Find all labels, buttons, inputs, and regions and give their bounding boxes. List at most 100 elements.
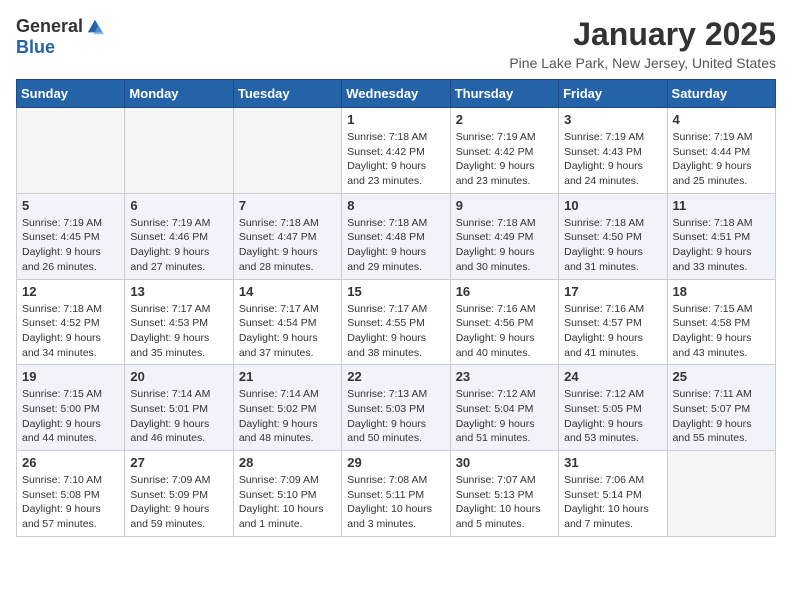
day-cell: 28 Sunrise: 7:09 AM Sunset: 5:10 PM Dayli… — [233, 451, 341, 537]
day-cell: 20 Sunrise: 7:14 AM Sunset: 5:01 PM Dayli… — [125, 365, 233, 451]
day-info: Sunrise: 7:12 AM Sunset: 5:04 PM Dayligh… — [456, 387, 553, 446]
day-cell: 3 Sunrise: 7:19 AM Sunset: 4:43 PM Daylig… — [559, 108, 667, 194]
day-info: Sunrise: 7:11 AM Sunset: 5:07 PM Dayligh… — [673, 387, 770, 446]
logo-blue-text: Blue — [16, 37, 55, 58]
day-number: 12 — [22, 284, 119, 299]
day-info: Sunrise: 7:19 AM Sunset: 4:42 PM Dayligh… — [456, 130, 553, 189]
day-info: Sunrise: 7:17 AM Sunset: 4:53 PM Dayligh… — [130, 302, 227, 361]
weekday-header-wednesday: Wednesday — [342, 80, 450, 108]
day-number: 30 — [456, 455, 553, 470]
day-number: 5 — [22, 198, 119, 213]
day-number: 3 — [564, 112, 661, 127]
day-cell: 15 Sunrise: 7:17 AM Sunset: 4:55 PM Dayli… — [342, 279, 450, 365]
day-info: Sunrise: 7:12 AM Sunset: 5:05 PM Dayligh… — [564, 387, 661, 446]
day-cell: 13 Sunrise: 7:17 AM Sunset: 4:53 PM Dayli… — [125, 279, 233, 365]
day-cell: 27Sunrise: 7:09 AM Sunset: 5:09 PM Dayli… — [125, 451, 233, 537]
day-number: 26 — [22, 455, 119, 470]
day-number: 15 — [347, 284, 444, 299]
day-info: Sunrise: 7:18 AM Sunset: 4:50 PM Dayligh… — [564, 216, 661, 275]
day-number: 11 — [673, 198, 770, 213]
day-cell — [667, 451, 775, 537]
day-info: Sunrise: 7:16 AM Sunset: 4:57 PM Dayligh… — [564, 302, 661, 361]
day-number: 27 — [130, 455, 227, 470]
day-number: 29 — [347, 455, 444, 470]
day-number: 7 — [239, 198, 336, 213]
day-number: 16 — [456, 284, 553, 299]
logo-general-text: General — [16, 16, 83, 37]
week-row-2: 5 Sunrise: 7:19 AM Sunset: 4:45 PM Daylig… — [17, 193, 776, 279]
day-info: Sunrise: 7:14 AM Sunset: 5:01 PM Dayligh… — [130, 387, 227, 446]
weekday-header-thursday: Thursday — [450, 80, 558, 108]
day-cell: 6Sunrise: 7:19 AM Sunset: 4:46 PM Daylig… — [125, 193, 233, 279]
day-cell — [233, 108, 341, 194]
day-info: Sunrise: 7:18 AM Sunset: 4:51 PM Dayligh… — [673, 216, 770, 275]
weekday-header-monday: Monday — [125, 80, 233, 108]
day-cell: 30 Sunrise: 7:07 AM Sunset: 5:13 PM Dayli… — [450, 451, 558, 537]
day-info: Sunrise: 7:15 AM Sunset: 5:00 PM Dayligh… — [22, 387, 119, 446]
day-info: Sunrise: 7:17 AM Sunset: 4:55 PM Dayligh… — [347, 302, 444, 361]
day-info: Sunrise: 7:10 AM Sunset: 5:08 PM Dayligh… — [22, 473, 119, 532]
day-info: Sunrise: 7:06 AM Sunset: 5:14 PM Dayligh… — [564, 473, 661, 532]
day-number: 19 — [22, 369, 119, 384]
week-row-1: 1 Sunrise: 7:18 AM Sunset: 4:42 PM Daylig… — [17, 108, 776, 194]
day-number: 17 — [564, 284, 661, 299]
day-info: Sunrise: 7:19 AM Sunset: 4:46 PM Dayligh… — [130, 216, 227, 275]
week-row-3: 12 Sunrise: 7:18 AM Sunset: 4:52 PM Dayli… — [17, 279, 776, 365]
day-info: Sunrise: 7:18 AM Sunset: 4:42 PM Dayligh… — [347, 130, 444, 189]
day-number: 18 — [673, 284, 770, 299]
day-info: Sunrise: 7:19 AM Sunset: 4:45 PM Dayligh… — [22, 216, 119, 275]
day-number: 13 — [130, 284, 227, 299]
day-cell: 22Sunrise: 7:13 AM Sunset: 5:03 PM Dayli… — [342, 365, 450, 451]
day-info: Sunrise: 7:18 AM Sunset: 4:52 PM Dayligh… — [22, 302, 119, 361]
day-cell: 17 Sunrise: 7:16 AM Sunset: 4:57 PM Dayli… — [559, 279, 667, 365]
day-info: Sunrise: 7:17 AM Sunset: 4:54 PM Dayligh… — [239, 302, 336, 361]
location: Pine Lake Park, New Jersey, United State… — [509, 55, 776, 71]
week-row-4: 19 Sunrise: 7:15 AM Sunset: 5:00 PM Dayli… — [17, 365, 776, 451]
day-number: 20 — [130, 369, 227, 384]
logo-icon — [86, 18, 104, 36]
title-section: January 2025 Pine Lake Park, New Jersey,… — [509, 16, 776, 71]
day-cell: 8Sunrise: 7:18 AM Sunset: 4:48 PM Daylig… — [342, 193, 450, 279]
day-number: 24 — [564, 369, 661, 384]
day-cell — [17, 108, 125, 194]
day-number: 22 — [347, 369, 444, 384]
day-cell: 5 Sunrise: 7:19 AM Sunset: 4:45 PM Daylig… — [17, 193, 125, 279]
day-cell: 10Sunrise: 7:18 AM Sunset: 4:50 PM Dayli… — [559, 193, 667, 279]
week-row-5: 26 Sunrise: 7:10 AM Sunset: 5:08 PM Dayli… — [17, 451, 776, 537]
day-number: 1 — [347, 112, 444, 127]
day-number: 8 — [347, 198, 444, 213]
day-cell: 7 Sunrise: 7:18 AM Sunset: 4:47 PM Daylig… — [233, 193, 341, 279]
day-cell: 2 Sunrise: 7:19 AM Sunset: 4:42 PM Daylig… — [450, 108, 558, 194]
day-number: 21 — [239, 369, 336, 384]
day-cell: 29 Sunrise: 7:08 AM Sunset: 5:11 PM Dayli… — [342, 451, 450, 537]
day-info: Sunrise: 7:19 AM Sunset: 4:44 PM Dayligh… — [673, 130, 770, 189]
day-cell: 18 Sunrise: 7:15 AM Sunset: 4:58 PM Dayli… — [667, 279, 775, 365]
day-cell: 1 Sunrise: 7:18 AM Sunset: 4:42 PM Daylig… — [342, 108, 450, 194]
day-info: Sunrise: 7:09 AM Sunset: 5:10 PM Dayligh… — [239, 473, 336, 532]
day-info: Sunrise: 7:08 AM Sunset: 5:11 PM Dayligh… — [347, 473, 444, 532]
day-cell: 12 Sunrise: 7:18 AM Sunset: 4:52 PM Dayli… — [17, 279, 125, 365]
day-number: 14 — [239, 284, 336, 299]
day-cell: 16 Sunrise: 7:16 AM Sunset: 4:56 PM Dayli… — [450, 279, 558, 365]
weekday-header-row: SundayMondayTuesdayWednesdayThursdayFrid… — [17, 80, 776, 108]
day-cell: 23Sunrise: 7:12 AM Sunset: 5:04 PM Dayli… — [450, 365, 558, 451]
day-info: Sunrise: 7:19 AM Sunset: 4:43 PM Dayligh… — [564, 130, 661, 189]
weekday-header-friday: Friday — [559, 80, 667, 108]
day-cell: 11 Sunrise: 7:18 AM Sunset: 4:51 PM Dayli… — [667, 193, 775, 279]
day-cell: 14 Sunrise: 7:17 AM Sunset: 4:54 PM Dayli… — [233, 279, 341, 365]
day-info: Sunrise: 7:14 AM Sunset: 5:02 PM Dayligh… — [239, 387, 336, 446]
month-title: January 2025 — [509, 16, 776, 53]
day-cell: 9Sunrise: 7:18 AM Sunset: 4:49 PM Daylig… — [450, 193, 558, 279]
day-cell: 24 Sunrise: 7:12 AM Sunset: 5:05 PM Dayli… — [559, 365, 667, 451]
day-number: 2 — [456, 112, 553, 127]
day-info: Sunrise: 7:16 AM Sunset: 4:56 PM Dayligh… — [456, 302, 553, 361]
day-info: Sunrise: 7:07 AM Sunset: 5:13 PM Dayligh… — [456, 473, 553, 532]
day-cell — [125, 108, 233, 194]
calendar: SundayMondayTuesdayWednesdayThursdayFrid… — [16, 79, 776, 537]
day-number: 28 — [239, 455, 336, 470]
day-number: 4 — [673, 112, 770, 127]
day-cell: 4 Sunrise: 7:19 AM Sunset: 4:44 PM Daylig… — [667, 108, 775, 194]
day-number: 9 — [456, 198, 553, 213]
day-info: Sunrise: 7:15 AM Sunset: 4:58 PM Dayligh… — [673, 302, 770, 361]
day-info: Sunrise: 7:18 AM Sunset: 4:47 PM Dayligh… — [239, 216, 336, 275]
